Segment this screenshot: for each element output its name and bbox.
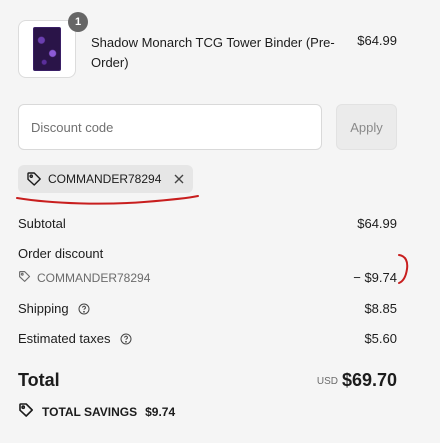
red-bracket-annotation — [398, 254, 409, 284]
subtotal-label: Subtotal — [18, 216, 66, 231]
savings-value: $9.74 — [145, 404, 176, 419]
discount-value: − $9.74 — [353, 270, 397, 285]
shipping-label: Shipping — [18, 301, 69, 316]
subtotal-value: $64.99 — [357, 216, 397, 231]
taxes-row: Estimated taxes — [18, 331, 132, 348]
discount-code-input[interactable] — [18, 104, 322, 150]
info-icon[interactable] — [78, 303, 90, 318]
applied-code-label: COMMANDER78294 — [48, 172, 162, 186]
total-value: $69.70 — [341, 370, 397, 390]
info-icon[interactable] — [120, 333, 132, 348]
taxes-value: $5.60 — [364, 331, 397, 346]
binder-image — [33, 27, 61, 71]
tag-icon — [18, 402, 34, 421]
total-label: Total — [18, 370, 60, 390]
savings-label: TOTAL SAVINGS — [42, 404, 138, 419]
red-underline-annotation — [16, 195, 199, 205]
discount-code-line: COMMANDER78294 — [18, 270, 150, 286]
apply-button[interactable]: Apply — [336, 104, 397, 150]
applied-discount-chip: COMMANDER78294 — [18, 165, 194, 193]
taxes-label: Estimated taxes — [18, 331, 111, 346]
order-discount-label: Order discount — [18, 246, 104, 261]
discount-code-text: COMMANDER78294 — [37, 271, 151, 285]
shipping-row: Shipping — [18, 301, 90, 318]
product-name: Shadow Monarch TCG Tower Binder (Pre-Ord… — [91, 35, 335, 70]
currency-code: USD — [316, 376, 338, 387]
tag-icon — [18, 270, 31, 286]
quantity-badge: 1 — [68, 12, 88, 32]
total-savings: TOTAL SAVINGS $9.74 — [18, 402, 175, 421]
product-price: $64.99 — [357, 33, 397, 48]
remove-code-icon[interactable] — [173, 173, 185, 185]
shipping-value: $8.85 — [364, 301, 397, 316]
product-thumbnail: 1 — [18, 12, 88, 78]
tag-icon — [26, 171, 42, 187]
product-image-frame — [18, 20, 76, 78]
